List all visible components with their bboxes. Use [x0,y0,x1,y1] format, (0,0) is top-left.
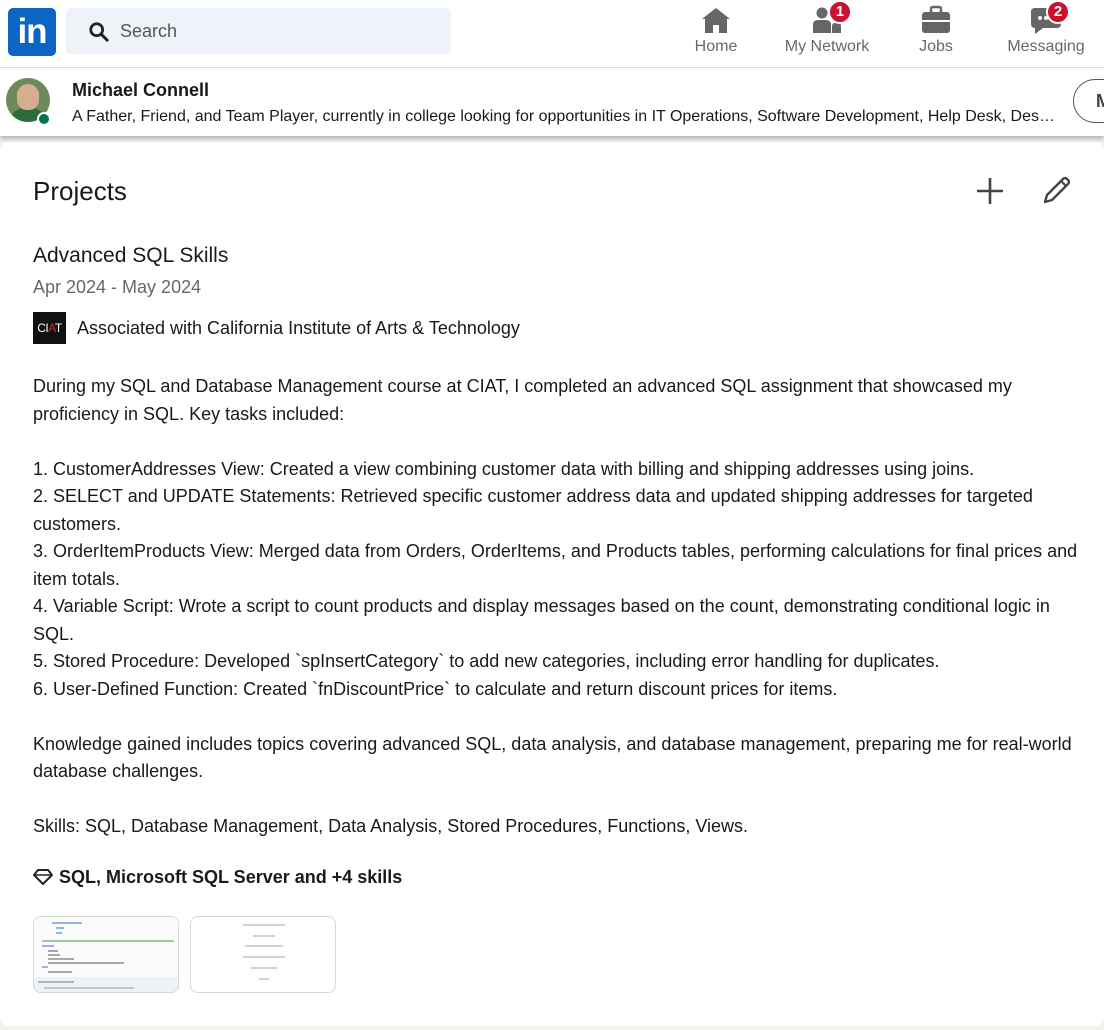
media-thumbnail-document[interactable] [190,916,336,993]
project-dates: Apr 2024 - May 2024 [33,277,202,297]
linkedin-logo-icon[interactable]: in [8,8,56,56]
description-item-5: 5. Stored Procedure: Developed `spInsert… [33,651,940,671]
profile-name[interactable]: Michael Connell [72,80,209,101]
description-intro: During my SQL and Database Management co… [33,376,1012,424]
skills-summary[interactable]: SQL, Microsoft SQL Server and +4 skills [33,867,402,888]
section-title: Projects [33,176,127,206]
profile-headline: A Father, Friend, and Team Player, curre… [72,108,1056,125]
description-item-4: 4. Variable Script: Wrote a script to co… [33,596,1050,644]
diamond-icon [33,869,53,885]
description-item-3: 3. OrderItemProducts View: Merged data f… [33,541,1078,589]
briefcase-icon [922,5,950,33]
edit-pencil-icon[interactable] [1036,171,1076,211]
add-icon[interactable] [970,171,1010,211]
nav-messaging-label: Messaging [1007,38,1085,55]
messaging-notification-badge: 2 [1046,0,1070,24]
nav-my-network[interactable]: 1 My Network [776,0,878,68]
ciat-logo-icon[interactable]: CIAT [33,312,66,344]
search-box[interactable] [66,8,451,54]
nav-jobs[interactable]: Jobs [900,0,972,68]
project-association: Associated with California Institute of … [77,318,520,338]
description-item-1: 1. CustomerAddresses View: Created a vie… [33,458,975,479]
online-status-icon [37,112,51,126]
network-notification-badge: 1 [828,0,852,24]
media-thumbnail-code[interactable] [33,916,179,993]
top-nav: in Home 1 My Network Jobs [0,0,1104,68]
project-title: Advanced SQL Skills [33,244,229,267]
description-item-2: 2. SELECT and UPDATE Statements: Retriev… [33,486,1033,534]
document-preview-image [243,924,285,980]
nav-messaging[interactable]: 2 Messaging [1000,0,1092,68]
description-item-6: 6. User-Defined Function: Created `fnDis… [33,678,838,699]
nav-jobs-label: Jobs [919,38,953,55]
nav-my-network-label: My Network [784,38,870,55]
search-input[interactable] [120,8,440,54]
code-screenshot-image [34,917,178,992]
description-skills: Skills: SQL, Database Management, Data A… [33,816,749,836]
description-knowledge: Knowledge gained includes topics coverin… [33,733,1072,782]
nav-home-label: Home [694,38,738,55]
skills-summary-text: SQL, Microsoft SQL Server and +4 skills [59,867,403,887]
project-description: During my SQL and Database Management co… [33,373,1083,841]
search-icon [89,22,109,42]
home-icon [702,8,730,33]
nav-home[interactable]: Home [676,0,756,68]
